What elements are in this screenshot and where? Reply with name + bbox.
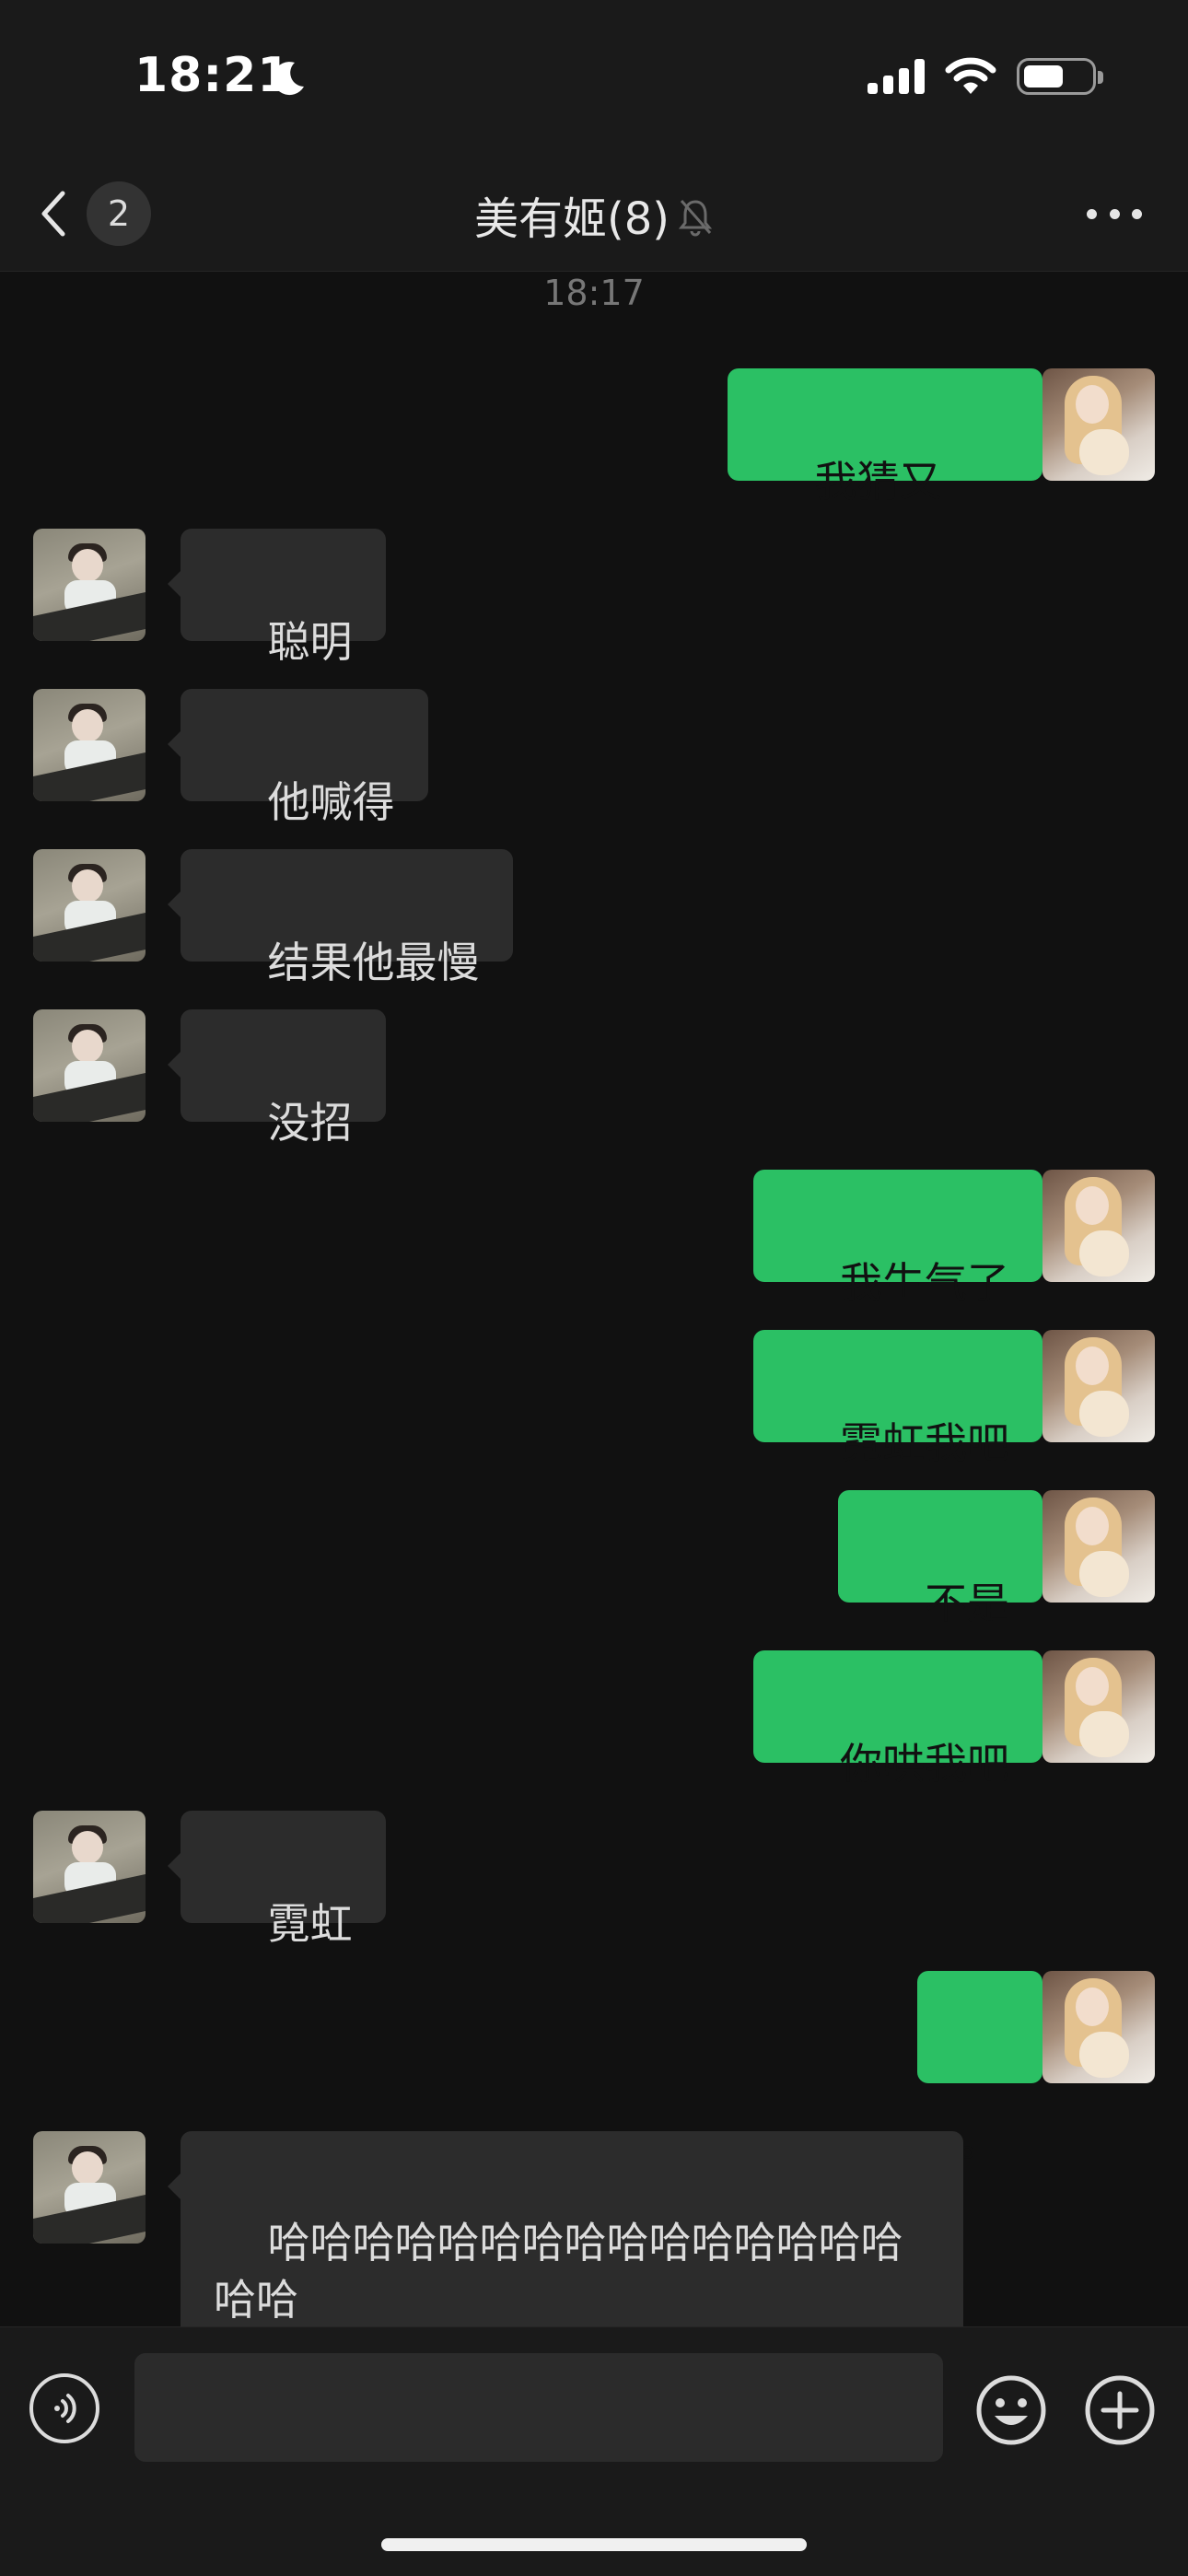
muted-bell-icon bbox=[678, 200, 713, 237]
self-avatar[interactable] bbox=[1042, 1971, 1155, 2083]
self-avatar[interactable] bbox=[1042, 368, 1155, 481]
message-row-sent: 我生气了 bbox=[0, 1170, 1188, 1308]
message-row-received: 哈哈哈哈哈哈哈哈哈哈哈哈哈哈哈哈哈 bbox=[0, 2131, 1188, 2411]
wifi-icon bbox=[945, 57, 996, 94]
sent-bubble[interactable]: 我猜又 bbox=[728, 368, 1055, 507]
moon-icon bbox=[273, 62, 304, 96]
message-row-sent: 我猜又 bbox=[0, 368, 1188, 507]
received-bubble[interactable]: 聪明 bbox=[168, 529, 386, 667]
message-text: 他喊得 bbox=[267, 777, 395, 827]
sent-bubble[interactable]: 不是 bbox=[837, 1490, 1055, 1628]
message-row-received: 他喊得 bbox=[0, 689, 1188, 827]
self-avatar[interactable] bbox=[1042, 1170, 1155, 1282]
message-row-received: 聪明 bbox=[0, 529, 1188, 667]
more-dot-icon bbox=[1087, 208, 1097, 219]
message-row-received: 没招 bbox=[0, 1009, 1188, 1148]
message-row-sent: 霓虹我吧 bbox=[0, 1330, 1188, 1468]
received-bubble[interactable]: 没招 bbox=[168, 1009, 386, 1148]
message-text: 我猜又 bbox=[814, 457, 942, 507]
message-row-received: 结果他最慢 bbox=[0, 849, 1188, 987]
message-text: 霓虹 bbox=[267, 1899, 353, 1949]
chat-title-group: 美有姬(8) bbox=[0, 182, 1188, 247]
sender-avatar[interactable] bbox=[33, 1009, 146, 1122]
sent-bubble[interactable]: 。 bbox=[917, 1971, 1055, 2166]
status-bar: 18:21 bbox=[0, 0, 1188, 157]
chat-title: 美有姬(8) bbox=[474, 193, 670, 245]
message-text: 霓虹我吧 bbox=[840, 1418, 1009, 1468]
message-row-sent: 你哄我吧 bbox=[0, 1650, 1188, 1789]
home-indicator bbox=[381, 2538, 807, 2551]
status-indicators bbox=[868, 57, 1103, 96]
sender-avatar[interactable] bbox=[33, 529, 146, 641]
received-bubble[interactable]: 他喊得 bbox=[168, 689, 428, 827]
sender-avatar[interactable] bbox=[33, 689, 146, 801]
message-text: 我生气了 bbox=[840, 1258, 1009, 1308]
message-text: 结果他最慢 bbox=[267, 938, 480, 987]
status-time: 18:21 bbox=[134, 48, 292, 103]
more-options-button[interactable] bbox=[1087, 195, 1142, 232]
voice-icon bbox=[54, 2394, 76, 2423]
sender-avatar[interactable] bbox=[33, 2131, 146, 2244]
message-text: 你哄我吧 bbox=[840, 1739, 1009, 1789]
message-row-received: 霓虹 bbox=[0, 1811, 1188, 1949]
message-timestamp: 18:17 bbox=[543, 273, 645, 313]
message-text: 哈哈哈哈哈哈哈哈哈哈哈哈哈哈哈哈哈 bbox=[214, 2218, 903, 2325]
sender-avatar[interactable] bbox=[33, 1811, 146, 1923]
message-row-sent: 不是 bbox=[0, 1490, 1188, 1628]
message-text: 聪明 bbox=[267, 617, 353, 667]
self-avatar[interactable] bbox=[1042, 1330, 1155, 1442]
message-row-sent: 。 bbox=[0, 1971, 1188, 2166]
more-dot-icon bbox=[1109, 208, 1120, 219]
more-dot-icon bbox=[1132, 208, 1142, 219]
message-input[interactable] bbox=[134, 2353, 943, 2462]
self-avatar[interactable] bbox=[1042, 1490, 1155, 1603]
sender-avatar[interactable] bbox=[33, 849, 146, 962]
sent-bubble[interactable]: 霓虹我吧 bbox=[752, 1330, 1055, 1468]
message-text: 不是 bbox=[925, 1579, 1009, 1628]
received-bubble[interactable]: 霓虹 bbox=[168, 1811, 386, 1949]
self-avatar[interactable] bbox=[1042, 1650, 1155, 1763]
message-text: 没招 bbox=[267, 1098, 353, 1148]
received-bubble[interactable]: 结果他最慢 bbox=[168, 849, 513, 987]
emoji-button[interactable] bbox=[974, 2373, 1048, 2447]
cellular-signal-icon bbox=[868, 59, 925, 94]
chat-header: 2 美有姬(8) bbox=[0, 157, 1188, 272]
sent-bubble[interactable]: 我生气了 bbox=[752, 1170, 1055, 1308]
more-functions-button[interactable] bbox=[1083, 2373, 1157, 2447]
battery-icon bbox=[1017, 58, 1103, 95]
sent-bubble[interactable]: 你哄我吧 bbox=[752, 1650, 1055, 1789]
voice-input-button[interactable] bbox=[29, 2373, 99, 2443]
